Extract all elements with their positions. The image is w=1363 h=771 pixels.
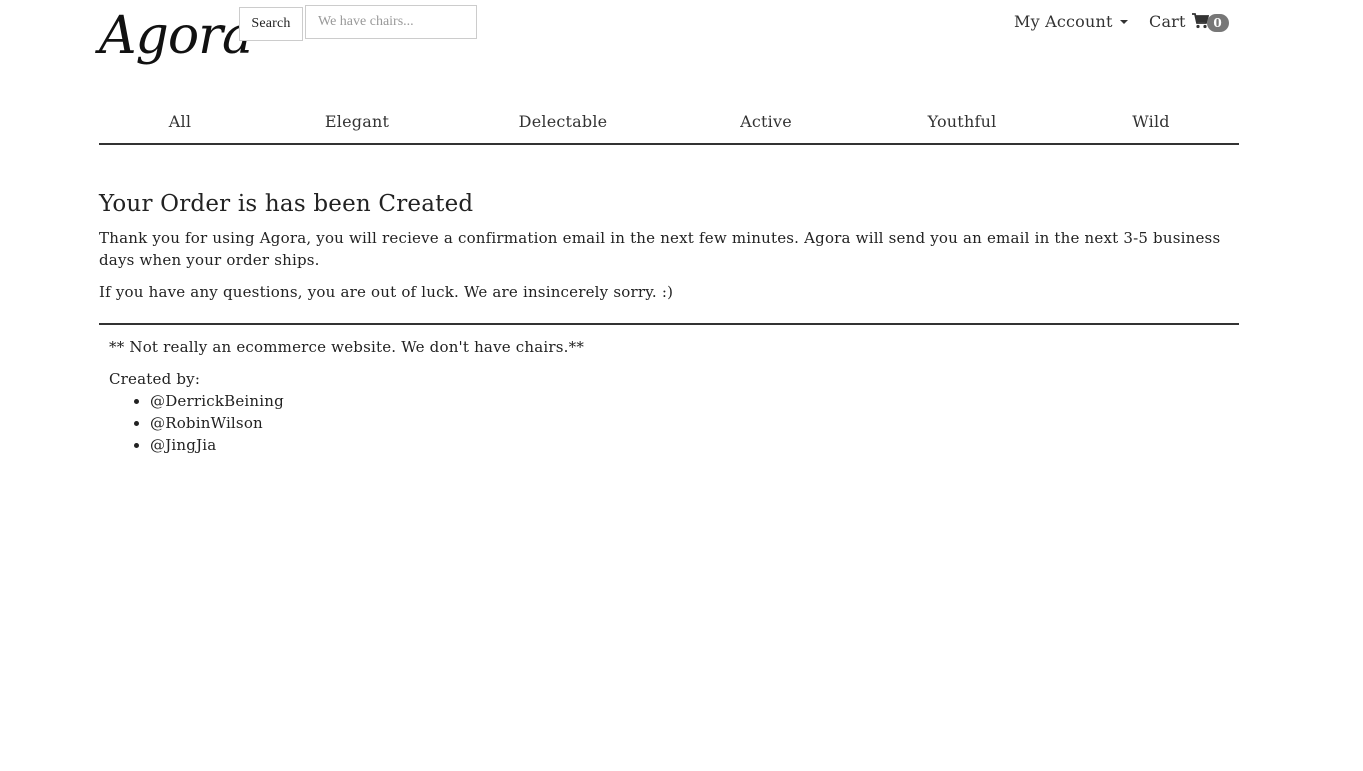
author-item: @RobinWilson <box>150 412 1239 434</box>
order-confirmation: Your Order is has been Created Thank you… <box>99 145 1239 303</box>
nav-item-all[interactable]: All <box>169 112 191 131</box>
created-by-label: Created by: <box>109 370 201 388</box>
author-item: @JingJia <box>150 434 1239 456</box>
my-account-dropdown[interactable]: My Account <box>1014 12 1128 31</box>
cart-label: Cart <box>1149 11 1186 31</box>
author-item: @DerrickBeining <box>150 390 1239 412</box>
header: Agora Search My Account Cart 0 <box>99 0 1239 100</box>
cart-count-badge: 0 <box>1206 14 1229 32</box>
confirmation-message: Thank you for using Agora, you will reci… <box>99 229 1221 269</box>
questions-message: If you have any questions, you are out o… <box>99 283 674 301</box>
category-nav: All Elegant Delectable Active Youthful W… <box>99 100 1239 145</box>
cart-link[interactable]: Cart 0 <box>1149 10 1229 32</box>
page: Agora Search My Account Cart 0 All Elega… <box>99 0 1239 456</box>
footer: ** Not really an ecommerce website. We d… <box>99 325 1239 456</box>
nav-item-active[interactable]: Active <box>740 112 792 131</box>
nav-item-youthful[interactable]: Youthful <box>928 112 997 131</box>
caret-down-icon <box>1119 19 1128 24</box>
author-list: @DerrickBeining @RobinWilson @JingJia <box>109 390 1239 456</box>
nav-item-delectable[interactable]: Delectable <box>519 112 608 131</box>
search-input[interactable] <box>305 5 477 39</box>
nav-item-elegant[interactable]: Elegant <box>325 112 389 131</box>
disclaimer: ** Not really an ecommerce website. We d… <box>109 338 585 356</box>
agora-logo[interactable]: Agora <box>99 10 253 62</box>
search-button[interactable]: Search <box>239 7 303 41</box>
page-title: Your Order is has been Created <box>99 191 474 217</box>
my-account-label: My Account <box>1014 12 1113 31</box>
nav-item-wild[interactable]: Wild <box>1132 112 1169 131</box>
